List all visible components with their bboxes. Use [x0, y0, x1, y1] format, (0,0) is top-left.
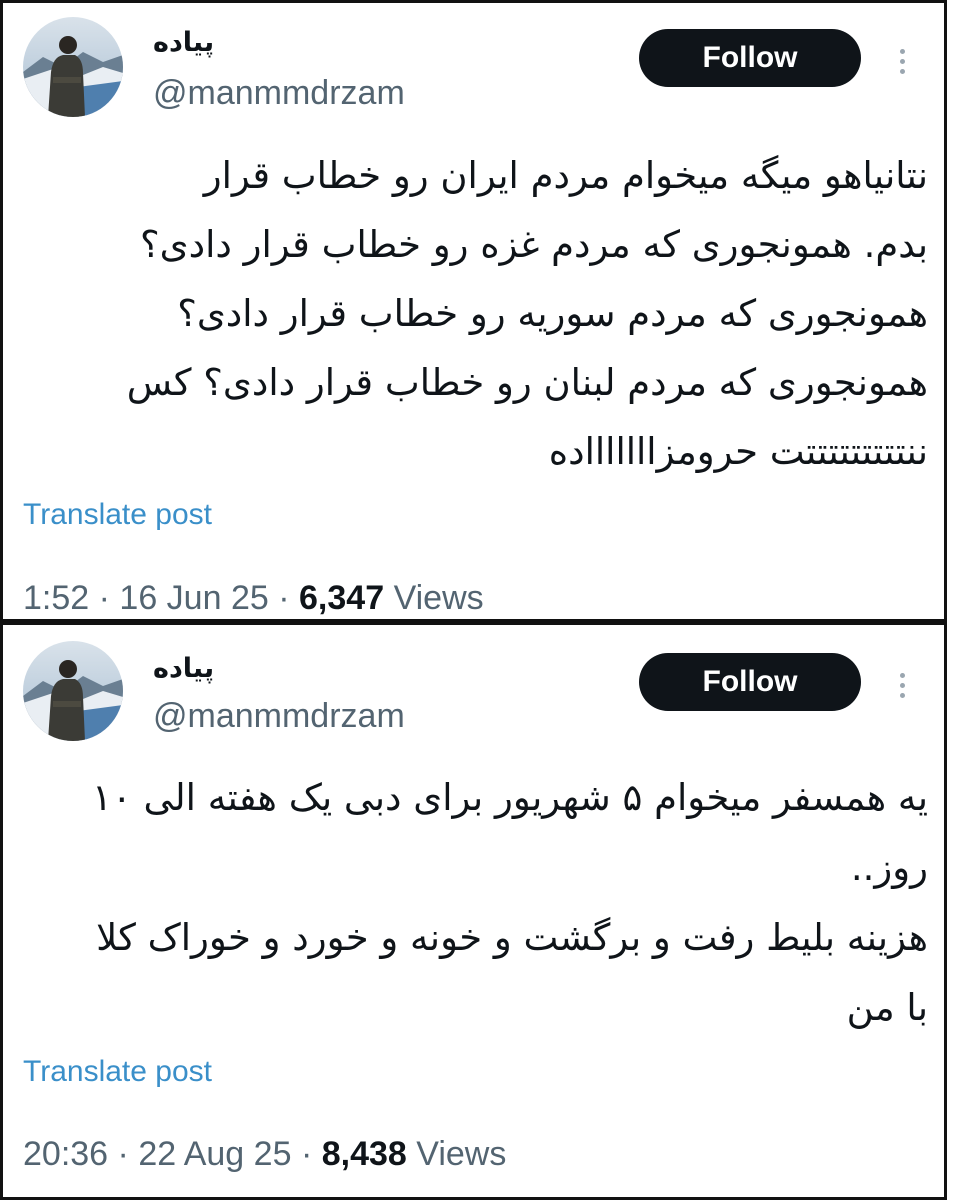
tweet-text-line: یه همسفر میخوام ۵ شهریور برای دبی یک هفت…	[92, 776, 928, 819]
views-label: Views	[393, 579, 484, 617]
tweet-text-line: هزینه بلیط رفت و برگشت و خونه و خورد و خ…	[96, 916, 928, 959]
avatar-image	[23, 17, 123, 117]
tweet-card[interactable]: پیاده @manmmdrzam Follow یه همسفر میخوام…	[0, 622, 947, 1200]
more-options-icon[interactable]	[887, 41, 917, 81]
meta-separator: ·	[278, 579, 290, 617]
translate-post-link[interactable]: Translate post	[23, 500, 212, 530]
meta-separator: ·	[300, 1135, 313, 1173]
tweet-date[interactable]: 16 Jun 25	[119, 579, 268, 617]
views-count[interactable]: 6,347	[299, 579, 384, 617]
meta-separator: ·	[117, 1135, 129, 1173]
tweet-text-line: نتانیاهو میگه میخوام مردم ایران رو خطاب …	[203, 154, 928, 197]
tweet-text-line: همونجوری که مردم لبنان رو خطاب قرار دادی…	[126, 361, 928, 404]
views-label: Views	[416, 1135, 507, 1173]
user-handle[interactable]: @manmmdrzam	[153, 76, 405, 110]
tweet-text-line: ننتتتتتتتتتت حرومزاااااااده	[548, 430, 928, 473]
tweet-meta: 20:36 · 22 Aug 25 · 8,438 Views	[23, 1137, 506, 1171]
meta-separator: ·	[98, 579, 110, 617]
display-name[interactable]: پیاده	[153, 29, 214, 56]
tweet-text: یه همسفر میخوام ۵ شهریور برای دبی یک هفت…	[23, 763, 928, 1043]
tweet-time[interactable]: 1:52	[23, 579, 89, 617]
tweet-text-line: روز..	[850, 846, 928, 889]
views-count[interactable]: 8,438	[322, 1135, 407, 1173]
translate-post-link[interactable]: Translate post	[23, 1057, 212, 1087]
tweet-text: نتانیاهو میگه میخوام مردم ایران رو خطاب …	[23, 141, 928, 486]
tweet-meta: 1:52 · 16 Jun 25 · 6,347 Views	[23, 581, 484, 615]
avatar[interactable]	[23, 17, 123, 117]
tweet-text-line: با من	[846, 986, 928, 1029]
tweet-card[interactable]: پیاده @manmmdrzam Follow نتانیاهو میگه م…	[0, 0, 947, 622]
tweet-date[interactable]: 22 Aug 25	[138, 1135, 291, 1173]
follow-button[interactable]: Follow	[639, 653, 861, 711]
tweet-time[interactable]: 20:36	[23, 1135, 108, 1173]
display-name[interactable]: پیاده	[153, 655, 214, 682]
avatar-image	[23, 641, 123, 741]
more-options-icon[interactable]	[887, 665, 917, 705]
follow-button[interactable]: Follow	[639, 29, 861, 87]
tweet-text-line: بدم. همونجوری که مردم غزه رو خطاب قرار د…	[140, 223, 928, 266]
user-handle[interactable]: @manmmdrzam	[153, 699, 405, 733]
tweet-text-line: همونجوری که مردم سوریه رو خطاب قرار دادی…	[177, 292, 928, 335]
avatar[interactable]	[23, 641, 123, 741]
